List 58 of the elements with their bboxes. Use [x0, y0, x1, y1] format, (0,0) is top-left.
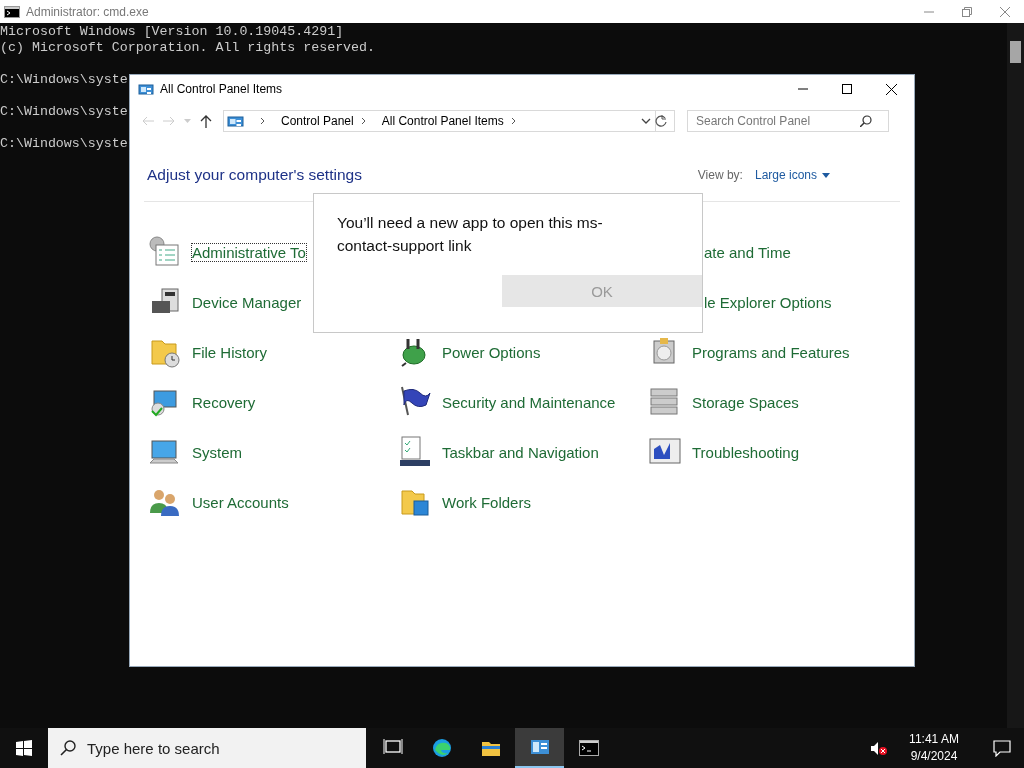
control-panel-icon [529, 737, 550, 757]
console-line: (c) Microsoft Corporation. All rights reserved. [0, 40, 377, 56]
scrollbar[interactable] [1007, 23, 1024, 728]
control-panel-link[interactable]: Device Manager [148, 284, 302, 320]
refresh-button[interactable] [656, 110, 675, 132]
control-panel-link[interactable]: Security and Maintenance [398, 384, 616, 420]
breadcrumb[interactable]: Control Panel [281, 114, 354, 128]
chevron-icon [260, 117, 265, 125]
control-panel-link[interactable]: File History [148, 334, 267, 370]
maximize-icon[interactable] [842, 83, 852, 94]
search-field[interactable]: Search Control Panel [687, 110, 889, 132]
console-prompt: C:\Windows\syste [0, 136, 129, 152]
control-panel-link[interactable]: Storage Spaces [648, 384, 799, 420]
page-heading: Adjust your computer's settings [147, 166, 362, 184]
control-panel-link[interactable]: System [148, 434, 242, 470]
control-panel-link[interactable]: Taskbar and Navigation [398, 434, 599, 470]
control-panel-link[interactable]: Programs and Features [648, 334, 850, 370]
control-panel-icon [227, 114, 244, 128]
close-icon[interactable] [886, 83, 897, 95]
console-icon [4, 5, 20, 18]
console-icon [578, 738, 599, 758]
windows-logo-icon [16, 740, 32, 756]
clock-time: 11:41 AM [909, 731, 959, 748]
browser-icon [431, 738, 452, 758]
clock[interactable]: 11:41 AM 9/4/2024 [899, 731, 969, 765]
control-panel-link[interactable]: Troubleshooting [648, 434, 799, 470]
control-panel-link[interactable]: User Accounts [148, 484, 289, 520]
search-icon[interactable] [860, 115, 872, 127]
taskbar-search-field[interactable]: Type here to search [48, 728, 366, 768]
caret-icon [822, 172, 830, 178]
dialog-message: You’ll need a new app to open this ms-contact-support link [337, 213, 604, 256]
checklist-taskbar-icon [398, 435, 432, 469]
up-arrow-icon[interactable] [200, 114, 212, 128]
control-panel-link[interactable]: le Explorer Options [704, 292, 832, 312]
clock-date: 9/4/2024 [910, 748, 958, 765]
volume-muted-icon[interactable] [870, 740, 887, 756]
chevron-icon [360, 117, 366, 125]
taskbar-app-button[interactable] [515, 728, 564, 768]
view-by-dropdown[interactable]: Large icons [754, 168, 830, 182]
control-panel-link[interactable]: Power Options [398, 334, 541, 370]
window-title: Administrator: cmd.exe [26, 4, 149, 19]
console-prompt: C:\Windows\syste [0, 72, 129, 88]
console-prompt: C:\Windows\syste [0, 104, 129, 120]
notifications-icon[interactable] [992, 739, 1011, 757]
breadcrumb[interactable]: All Control Panel Items [381, 114, 504, 128]
control-panel-link[interactable]: Administrative To [148, 234, 306, 270]
control-panel-icon [138, 82, 154, 96]
refresh-icon [654, 115, 667, 127]
restore-icon[interactable] [962, 6, 972, 17]
view-by-label: View by: [697, 168, 743, 182]
window-title: All Control Panel Items [160, 82, 283, 96]
dropdown-caret-icon[interactable] [641, 118, 651, 124]
chevron-icon [510, 117, 516, 125]
gear-checklist-icon [148, 235, 182, 269]
control-panel-link[interactable]: Work Folders [398, 484, 531, 520]
control-panel-link[interactable]: ate and Time [704, 242, 791, 262]
console-line: Microsoft Windows [Version 10.0.19045.4291] [0, 24, 345, 40]
control-panel-link[interactable]: Recovery [148, 384, 256, 420]
